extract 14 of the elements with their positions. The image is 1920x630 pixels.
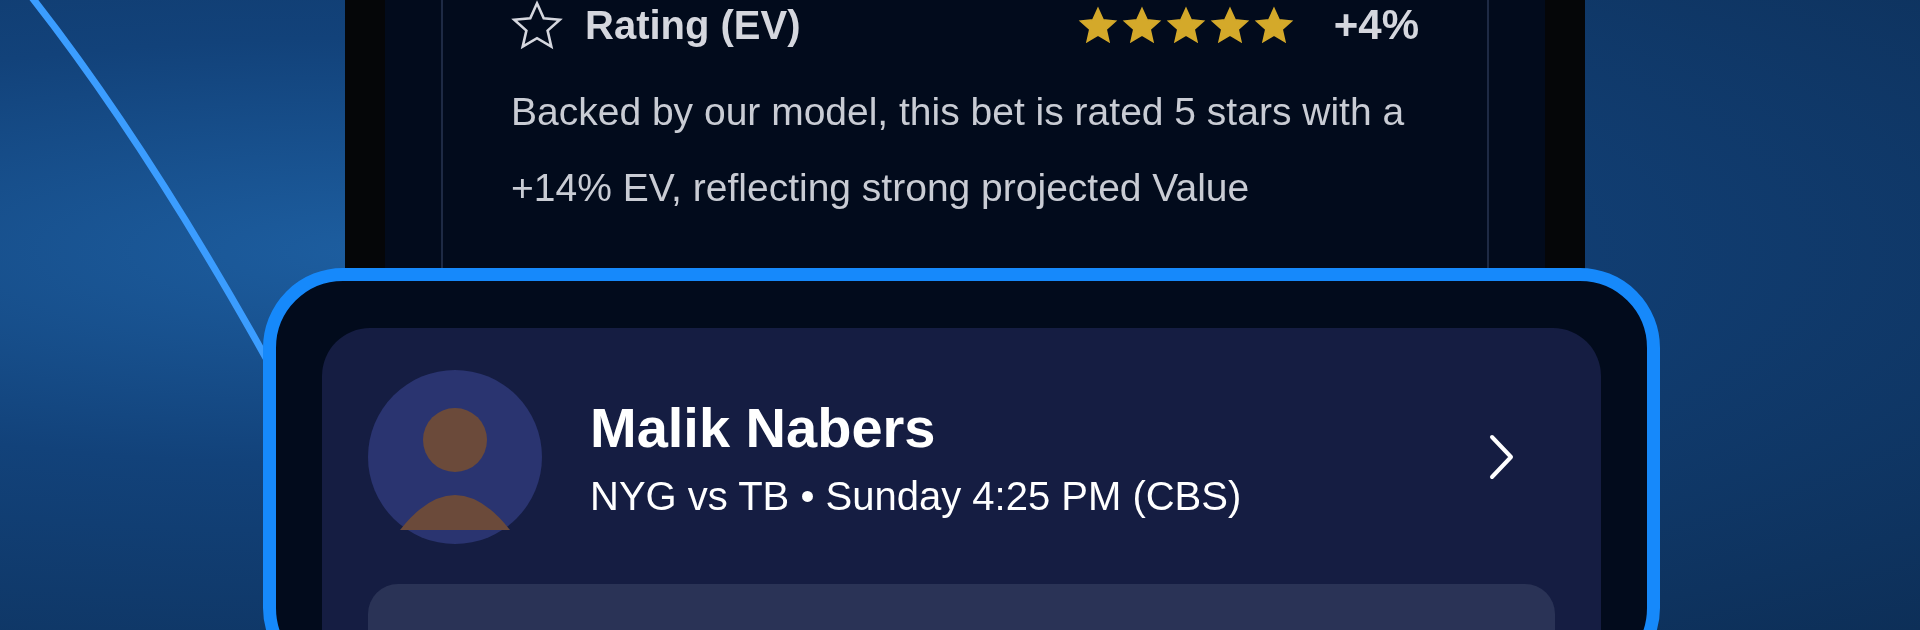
- star-icon: [511, 0, 563, 50]
- player-panel[interactable]: Malik Nabers NYG vs TB • Sunday 4:25 PM (CBS): [322, 328, 1601, 630]
- rating-star-icon: [1165, 6, 1206, 44]
- game-info: NYG vs TB • Sunday 4:25 PM (CBS): [590, 474, 1243, 519]
- chevron-right-icon[interactable]: [1489, 434, 1515, 480]
- rating-label: Rating (EV): [585, 2, 802, 48]
- rating-star-icon: [1253, 6, 1294, 44]
- player-name: Malik Nabers: [590, 395, 937, 460]
- rating-star-icon: [1209, 6, 1250, 44]
- rating-star-icon: [1077, 6, 1118, 44]
- avatar-icon: [368, 370, 542, 544]
- rating-value: +4%: [1333, 1, 1419, 49]
- rating-star-icon: [1121, 6, 1162, 44]
- description-text: Backed by our model, this bet is rated 5 stars with a +14% EV, reflecting strong projected Value: [511, 89, 1406, 211]
